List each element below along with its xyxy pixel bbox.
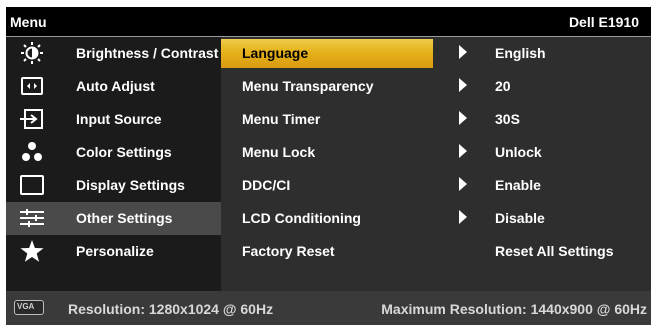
menu-item-personalize[interactable]: Personalize (6, 235, 221, 268)
arrow-right-icon (459, 210, 467, 224)
menu-item-label: Other Settings (76, 210, 173, 226)
submenu-value: 30S (495, 111, 520, 127)
star-icon (18, 239, 46, 263)
title-bar: Menu Dell E1910 (6, 7, 651, 37)
other-settings-icon (18, 206, 46, 230)
arrow-right-icon (459, 111, 467, 125)
menu-item-input-source[interactable]: Input Source (6, 103, 221, 136)
submenu-option[interactable]: DDC/CI (221, 169, 433, 202)
submenu-value: English (495, 45, 546, 61)
max-resolution: Maximum Resolution: 1440x900 @ 60Hz (381, 301, 647, 317)
submenu-option-label: LCD Conditioning (242, 210, 361, 226)
menu-title: Menu (10, 14, 47, 30)
submenu-row-lcd-conditioning[interactable]: LCD Conditioning Disable (221, 202, 651, 235)
submenu-panel: Language English Menu Transparency 20 Me… (221, 37, 651, 291)
current-resolution: Resolution: 1280x1024 @ 60Hz (68, 301, 274, 317)
menu-item-label: Auto Adjust (76, 78, 155, 94)
submenu-value: Unlock (495, 144, 542, 160)
osd-menu: Menu Dell E1910 Brightness / Contrast Au… (6, 7, 651, 325)
submenu-option-label: Menu Timer (242, 111, 321, 127)
submenu-row-menu-transparency[interactable]: Menu Transparency 20 (221, 70, 651, 103)
arrow-right-icon (459, 144, 467, 158)
arrow-right-icon (459, 177, 467, 191)
menu-item-brightness-contrast[interactable]: Brightness / Contrast (6, 37, 221, 70)
input-source-icon (18, 107, 46, 131)
submenu-option[interactable]: Language (221, 39, 433, 68)
arrow-right-icon (459, 78, 467, 92)
main-menu: Brightness / Contrast Auto Adjust Input … (6, 37, 221, 291)
submenu-row-menu-lock[interactable]: Menu Lock Unlock (221, 136, 651, 169)
connector-label: VGA (17, 302, 35, 311)
menu-item-label: Input Source (76, 111, 162, 127)
menu-item-color-settings[interactable]: Color Settings (6, 136, 221, 169)
submenu-value: Enable (495, 177, 541, 193)
submenu-row-menu-timer[interactable]: Menu Timer 30S (221, 103, 651, 136)
submenu-value: Disable (495, 210, 545, 226)
monitor-model: Dell E1910 (568, 14, 639, 30)
submenu-option-label: Menu Lock (242, 144, 316, 160)
submenu-row-language[interactable]: Language English (221, 37, 651, 70)
submenu-option[interactable]: LCD Conditioning (221, 202, 433, 235)
submenu-option[interactable]: Menu Transparency (221, 70, 433, 103)
submenu-option[interactable]: Factory Reset (221, 235, 433, 268)
vga-connector-icon: VGA (14, 300, 44, 315)
auto-adjust-icon (18, 74, 46, 98)
submenu-row-factory-reset[interactable]: Factory Reset Reset All Settings (221, 235, 651, 268)
menu-item-display-settings[interactable]: Display Settings (6, 169, 221, 202)
menu-item-label: Color Settings (76, 144, 172, 160)
submenu-row-ddc-ci[interactable]: DDC/CI Enable (221, 169, 651, 202)
menu-item-label: Display Settings (76, 177, 185, 193)
submenu-option-label: Language (242, 45, 309, 61)
submenu-option[interactable]: Menu Timer (221, 103, 433, 136)
submenu-value: Reset All Settings (495, 243, 614, 259)
menu-item-label: Brightness / Contrast (76, 45, 219, 61)
status-bar: VGA Resolution: 1280x1024 @ 60Hz Maximum… (6, 291, 651, 325)
menu-item-auto-adjust[interactable]: Auto Adjust (6, 70, 221, 103)
submenu-option-label: DDC/CI (242, 177, 291, 193)
color-settings-icon (18, 140, 46, 164)
submenu-option[interactable]: Menu Lock (221, 136, 433, 169)
menu-item-other-settings[interactable]: Other Settings (6, 202, 221, 235)
submenu-value: 20 (495, 78, 511, 94)
brightness-icon (18, 41, 46, 65)
display-settings-icon (18, 173, 46, 197)
arrow-right-icon (459, 45, 467, 59)
menu-item-label: Personalize (76, 243, 154, 259)
submenu-option-label: Factory Reset (242, 243, 335, 259)
submenu-option-label: Menu Transparency (242, 78, 374, 94)
